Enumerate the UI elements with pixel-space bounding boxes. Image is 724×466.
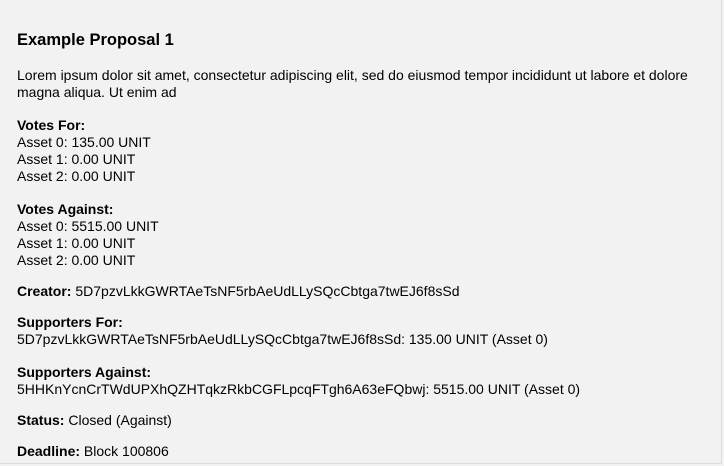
supporters-for-label: Supporters For: [17, 314, 123, 330]
supporters-against-label: Supporters Against: [17, 364, 152, 380]
supporters-for-entry: 5D7pzvLkkGWRTAeTsNF5rbAeUdLLySQcCbtga7tw… [17, 331, 548, 347]
votes-for-section: Votes For: Asset 0: 135.00 UNIT Asset 1:… [17, 117, 704, 185]
votes-for-asset-1: Asset 1: 0.00 UNIT [17, 151, 136, 167]
votes-against-asset-1: Asset 1: 0.00 UNIT [17, 235, 136, 251]
deadline-value: Block 100806 [83, 443, 169, 459]
supporters-against-entry: 5HHKnYcnCrTWdUPXhQZHTqkzRkbCGFLpcqFTgh6A… [17, 381, 581, 397]
votes-against-label: Votes Against: [17, 201, 114, 217]
supporters-against-section: Supporters Against: 5HHKnYcnCrTWdUPXhQZH… [17, 364, 704, 398]
proposal-title: Example Proposal 1 [17, 31, 174, 49]
votes-against-section: Votes Against: Asset 0: 5515.00 UNIT Ass… [17, 201, 704, 269]
status-label: Status: [17, 412, 65, 428]
votes-for-asset-0: Asset 0: 135.00 UNIT [17, 134, 151, 150]
votes-against-asset-0: Asset 0: 5515.00 UNIT [17, 218, 159, 234]
deadline-label: Deadline: [17, 443, 81, 459]
status-section: Status: Closed (Against) [17, 412, 704, 429]
creator-label: Creator: [17, 283, 72, 299]
proposal-card: Example Proposal 1 Lorem ipsum dolor sit… [0, 0, 722, 464]
supporters-for-section: Supporters For: 5D7pzvLkkGWRTAeTsNF5rbAe… [17, 314, 704, 348]
status-value: Closed (Against) [68, 412, 172, 428]
proposal-description: Lorem ipsum dolor sit amet, consectetur … [17, 67, 688, 100]
deadline-section: Deadline: Block 100806 [17, 443, 704, 460]
votes-for-asset-2: Asset 2: 0.00 UNIT [17, 168, 136, 184]
votes-against-asset-2: Asset 2: 0.00 UNIT [17, 252, 136, 268]
votes-for-label: Votes For: [17, 117, 86, 133]
creator-section: Creator: 5D7pzvLkkGWRTAeTsNF5rbAeUdLLySQ… [17, 283, 704, 300]
creator-address: 5D7pzvLkkGWRTAeTsNF5rbAeUdLLySQcCbtga7tw… [75, 283, 460, 299]
